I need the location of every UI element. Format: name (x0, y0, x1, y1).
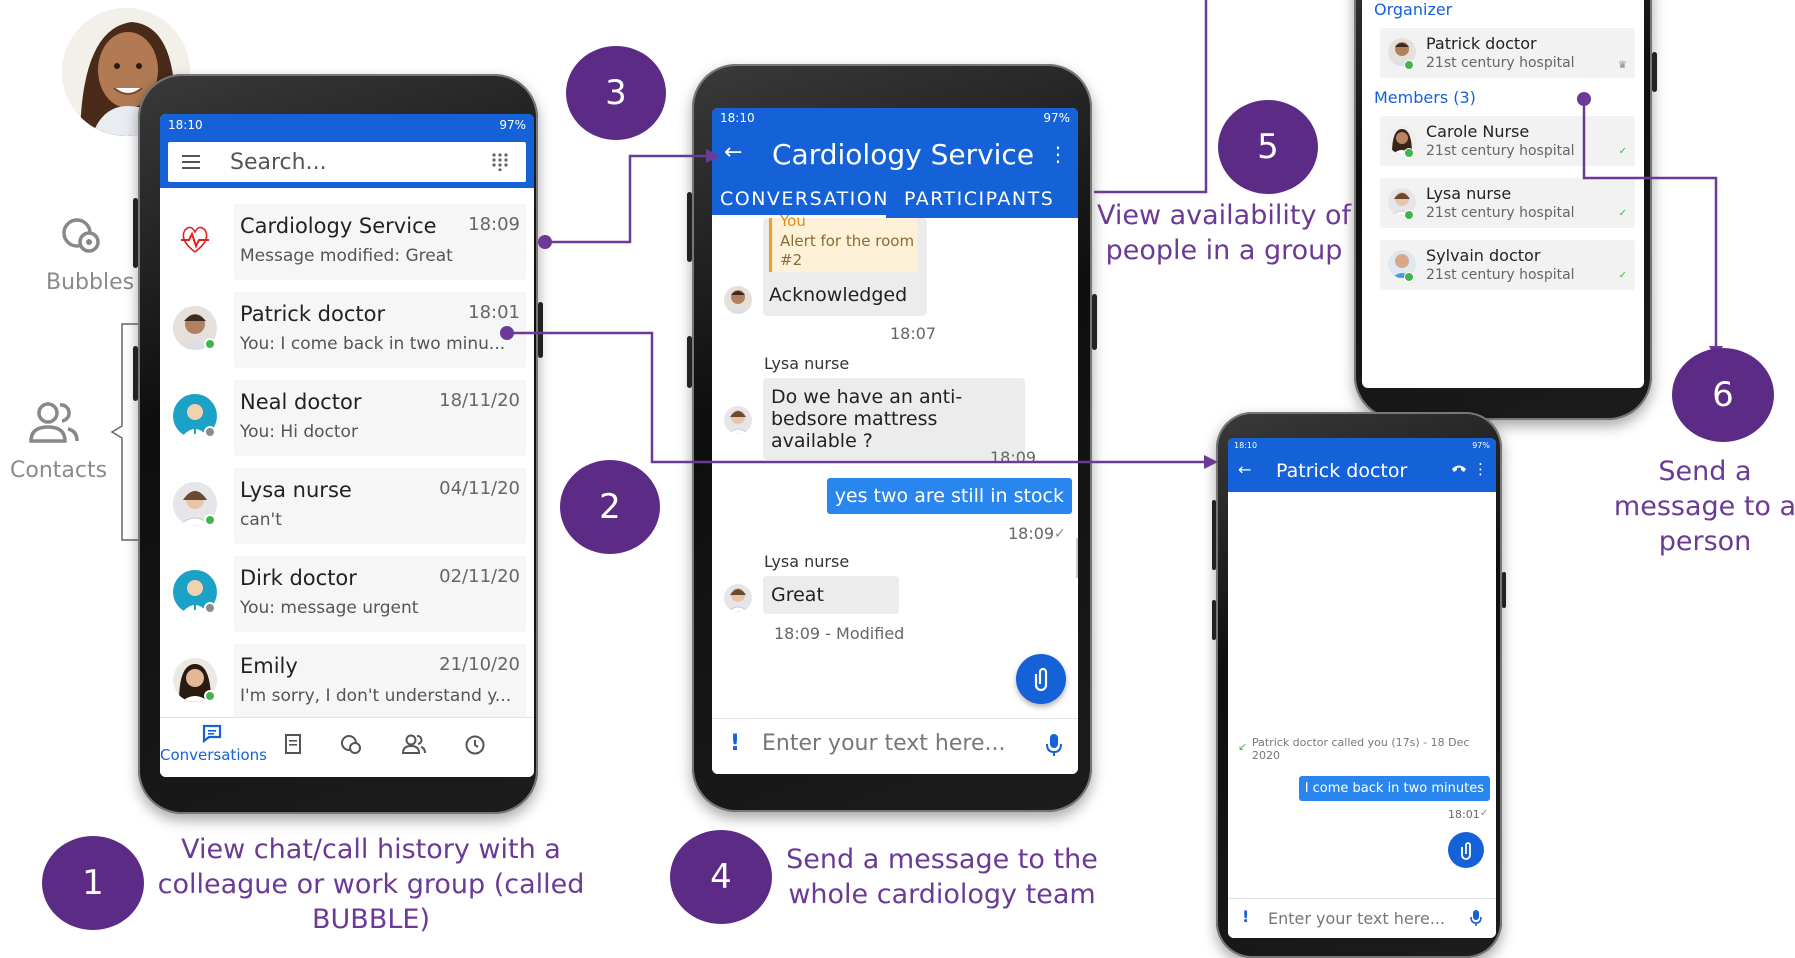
step-1-caption: View chat/call history with a colleague … (157, 834, 585, 935)
step-1-badge: 1 (42, 836, 144, 930)
step-3-badge: 3 (566, 46, 666, 140)
step-5-caption: View availability of people in a group (1096, 200, 1352, 266)
step-5-badge: 5 (1218, 100, 1318, 194)
step-4-caption: Send a message to the whole cardiology t… (786, 844, 1098, 910)
step-6-badge: 6 (1672, 348, 1774, 442)
connector-lines (500, 0, 1723, 469)
step-6-caption: Send a message to a person (1613, 456, 1795, 557)
step-4-badge: 4 (670, 830, 772, 924)
step-2-badge: 2 (560, 460, 660, 554)
